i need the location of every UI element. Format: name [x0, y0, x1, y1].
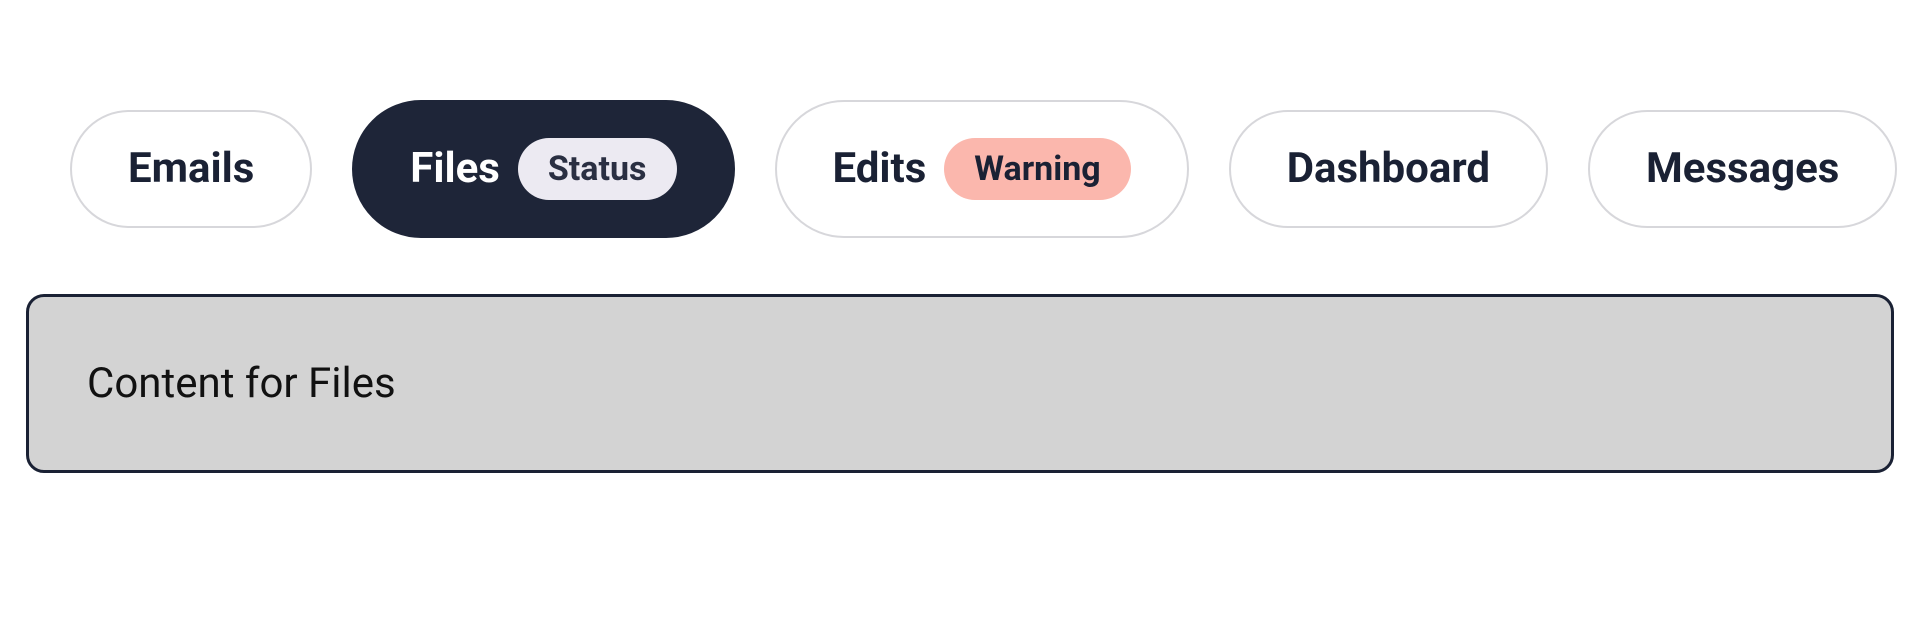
tab-label: Messages	[1646, 148, 1839, 190]
tab-edits[interactable]: Edits Warning	[775, 100, 1189, 238]
status-badge: Status	[518, 138, 677, 200]
tab-emails[interactable]: Emails	[70, 110, 312, 228]
warning-badge: Warning	[944, 138, 1130, 200]
tabs-container: Emails Files Status Edits Warning Dashbo…	[0, 0, 1920, 238]
tab-label: Files	[410, 148, 500, 190]
tab-files[interactable]: Files Status	[352, 100, 734, 238]
tab-label: Edits	[833, 148, 927, 190]
content-panel: Content for Files	[26, 294, 1894, 473]
tab-label: Emails	[128, 148, 254, 190]
tab-dashboard[interactable]: Dashboard	[1229, 110, 1548, 228]
tab-messages[interactable]: Messages	[1588, 110, 1897, 228]
content-text: Content for Files	[87, 359, 1833, 408]
tab-list: Emails Files Status Edits Warning Dashbo…	[70, 100, 1920, 238]
tab-label: Dashboard	[1287, 148, 1490, 190]
